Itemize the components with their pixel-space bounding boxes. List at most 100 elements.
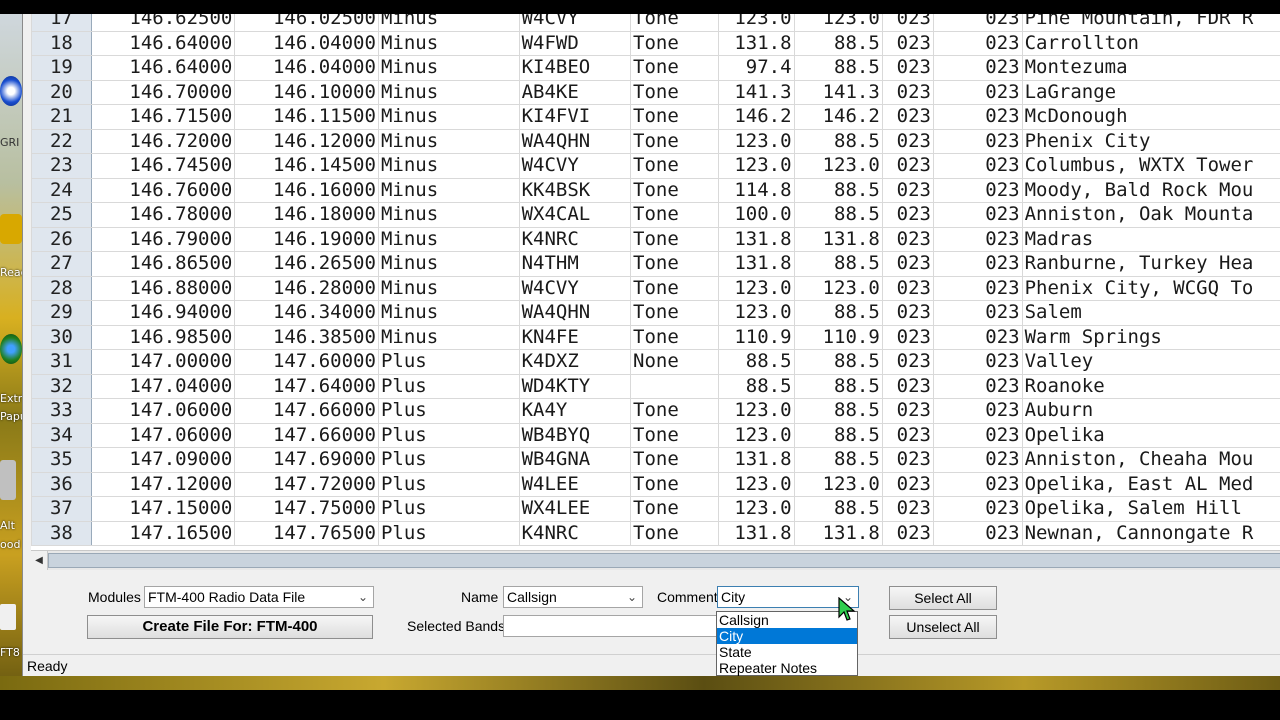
offset-direction-cell[interactable]: Minus (377, 300, 520, 326)
tone-mode-cell[interactable]: Tone (630, 398, 719, 424)
location-cell[interactable]: Salem (1021, 300, 1280, 326)
dropdown-option-repeater-notes[interactable]: Repeater Notes (717, 660, 857, 676)
callsign-cell[interactable]: W4CVY (518, 14, 632, 32)
callsign-cell[interactable]: N4THM (518, 251, 632, 277)
table-row[interactable]: 22 146.72000 146.12000 Minus WA4QHN Tone 123.0… (31, 128, 1280, 154)
tone-mode-cell[interactable]: Tone (630, 79, 719, 105)
ctcss-tone-cell[interactable]: 123.0 (793, 471, 883, 497)
horizontal-scrollbar[interactable]: ◀ (31, 550, 1280, 572)
tone-mode-cell[interactable]: Tone (630, 275, 719, 301)
dcs-code-2-cell[interactable]: 023 (932, 447, 1023, 473)
dcs-code-2-cell[interactable]: 023 (932, 153, 1023, 179)
location-cell[interactable]: Warm Springs (1021, 324, 1280, 350)
offset-direction-cell[interactable]: Minus (377, 153, 520, 179)
table-row[interactable]: 29 146.94000 146.34000 Minus WA4QHN Tone 123.0… (31, 300, 1280, 326)
tx-frequency-cell[interactable]: 147.69000 (234, 447, 379, 473)
tone-mode-cell[interactable]: Tone (630, 422, 719, 448)
dcs-code-cell[interactable]: 023 (881, 275, 934, 301)
dcs-code-2-cell[interactable]: 023 (932, 496, 1023, 522)
offset-direction-cell[interactable]: Minus (377, 275, 520, 301)
desktop-app-icon[interactable] (0, 214, 22, 244)
ctcss-tone-cell[interactable]: 88.5 (793, 55, 883, 81)
callsign-cell[interactable]: WA4QHN (518, 128, 632, 154)
offset-direction-cell[interactable]: Minus (377, 226, 520, 252)
row-number[interactable]: 35 (31, 447, 92, 473)
offset-direction-cell[interactable]: Minus (377, 324, 520, 350)
ctcss-tone-cell[interactable]: 88.5 (793, 30, 883, 56)
row-number[interactable]: 19 (31, 55, 92, 81)
tone-mode-cell[interactable]: Tone (630, 520, 719, 546)
location-cell[interactable]: Moody, Bald Rock Mou (1021, 177, 1280, 203)
tx-frequency-cell[interactable]: 146.16000 (234, 177, 379, 203)
tone-frequency-cell[interactable]: 131.8 (717, 251, 795, 277)
table-row[interactable]: 31 147.00000 147.60000 Plus K4DXZ None 88.5 88.… (31, 349, 1280, 375)
rx-frequency-cell[interactable]: 146.70000 (90, 79, 236, 105)
table-row[interactable]: 23 146.74500 146.14500 Minus W4CVY Tone 123.0 1… (31, 153, 1280, 179)
table-row[interactable]: 27 146.86500 146.26500 Minus N4THM Tone 131.8 8… (31, 251, 1280, 277)
ctcss-tone-cell[interactable]: 123.0 (793, 275, 883, 301)
location-cell[interactable]: Opelika (1021, 422, 1280, 448)
ctcss-tone-cell[interactable]: 88.5 (793, 373, 883, 399)
rx-frequency-cell[interactable]: 146.76000 (90, 177, 236, 203)
row-number[interactable]: 26 (31, 226, 92, 252)
location-cell[interactable]: Phenix City (1021, 128, 1280, 154)
location-cell[interactable]: Ranburne, Turkey Hea (1021, 251, 1280, 277)
dcs-code-2-cell[interactable]: 023 (932, 300, 1023, 326)
chevron-down-icon[interactable]: ⌄ (624, 587, 640, 607)
offset-direction-cell[interactable]: Minus (377, 14, 520, 32)
offset-direction-cell[interactable]: Plus (377, 496, 520, 522)
location-cell[interactable]: Madras (1021, 226, 1280, 252)
offset-direction-cell[interactable]: Plus (377, 520, 520, 546)
table-row[interactable]: 28 146.88000 146.28000 Minus W4CVY Tone 123.0 1… (31, 275, 1280, 301)
tone-frequency-cell[interactable]: 123.0 (717, 128, 795, 154)
globe-icon[interactable] (0, 334, 22, 364)
row-number[interactable]: 23 (31, 153, 92, 179)
callsign-cell[interactable]: W4LEE (518, 471, 632, 497)
selected-bands-field[interactable] (503, 615, 717, 637)
tone-frequency-cell[interactable]: 131.8 (717, 30, 795, 56)
table-row[interactable]: 38 147.16500 147.76500 Plus K4NRC Tone 131.8 13… (31, 520, 1280, 546)
callsign-cell[interactable]: K4NRC (518, 520, 632, 546)
tone-mode-cell[interactable]: Tone (630, 300, 719, 326)
row-number[interactable]: 31 (31, 349, 92, 375)
rx-frequency-cell[interactable]: 146.79000 (90, 226, 236, 252)
offset-direction-cell[interactable]: Plus (377, 349, 520, 375)
ctcss-tone-cell[interactable]: 141.3 (793, 79, 883, 105)
tone-frequency-cell[interactable]: 97.4 (717, 55, 795, 81)
scrollbar-thumb[interactable] (48, 553, 1280, 568)
dcs-code-cell[interactable]: 023 (881, 55, 934, 81)
row-number[interactable]: 37 (31, 496, 92, 522)
location-cell[interactable]: Auburn (1021, 398, 1280, 424)
tx-frequency-cell[interactable]: 147.66000 (234, 398, 379, 424)
ctcss-tone-cell[interactable]: 146.2 (793, 104, 883, 130)
callsign-cell[interactable]: WB4GNA (518, 447, 632, 473)
table-row[interactable]: 33 147.06000 147.66000 Plus KA4Y Tone 123.0 88.… (31, 398, 1280, 424)
dcs-code-cell[interactable]: 023 (881, 104, 934, 130)
callsign-cell[interactable]: WA4QHN (518, 300, 632, 326)
dropdown-option-callsign[interactable]: Callsign (717, 612, 857, 628)
dcs-code-2-cell[interactable]: 023 (932, 128, 1023, 154)
callsign-cell[interactable]: KK4BSK (518, 177, 632, 203)
dcs-code-cell[interactable]: 023 (881, 300, 934, 326)
dcs-code-cell[interactable]: 023 (881, 226, 934, 252)
location-cell[interactable]: Valley (1021, 349, 1280, 375)
row-number[interactable]: 33 (31, 398, 92, 424)
offset-direction-cell[interactable]: Minus (377, 79, 520, 105)
tx-frequency-cell[interactable]: 146.28000 (234, 275, 379, 301)
dcs-code-cell[interactable]: 023 (881, 398, 934, 424)
offset-direction-cell[interactable]: Minus (377, 251, 520, 277)
dcs-code-cell[interactable]: 023 (881, 471, 934, 497)
dcs-code-cell[interactable]: 023 (881, 251, 934, 277)
rx-frequency-cell[interactable]: 146.78000 (90, 202, 236, 228)
offset-direction-cell[interactable]: Plus (377, 398, 520, 424)
dcs-code-cell[interactable]: 023 (881, 79, 934, 105)
tone-frequency-cell[interactable]: 123.0 (717, 300, 795, 326)
ctcss-tone-cell[interactable]: 131.8 (793, 226, 883, 252)
tx-frequency-cell[interactable]: 146.04000 (234, 55, 379, 81)
tx-frequency-cell[interactable]: 146.12000 (234, 128, 379, 154)
tone-mode-cell[interactable]: Tone (630, 251, 719, 277)
table-row[interactable]: 17 146.62500 146.02500 Minus W4CVY Tone 123.0 1… (31, 14, 1280, 32)
callsign-cell[interactable]: WB4BYQ (518, 422, 632, 448)
location-cell[interactable]: Opelika, Salem Hill (1021, 496, 1280, 522)
table-row[interactable]: 26 146.79000 146.19000 Minus K4NRC Tone 131.8 1… (31, 226, 1280, 252)
